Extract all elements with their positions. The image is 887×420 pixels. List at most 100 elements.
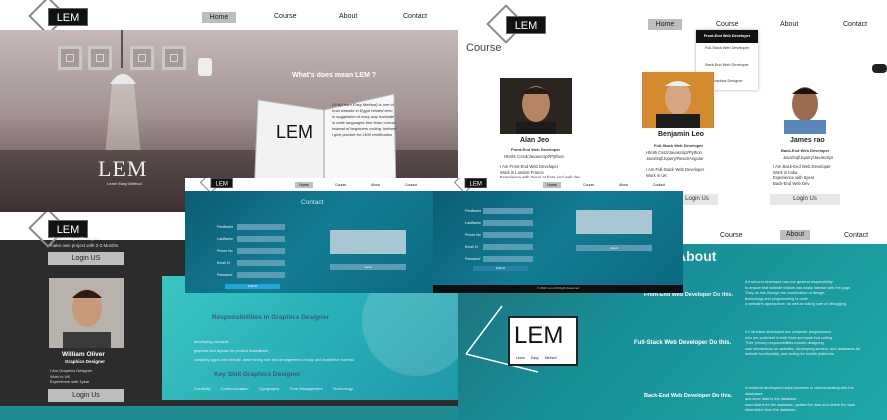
message-textarea[interactable]: [330, 230, 406, 254]
submit-button[interactable]: Submit: [225, 284, 280, 289]
nav-course-link[interactable]: Course: [720, 232, 743, 239]
bio-line: I Am Graphics Designer: [50, 368, 93, 373]
field-label: FirstName: [465, 209, 482, 213]
be-text: A backend developers helps browsers in c…: [745, 386, 855, 414]
responsibilities-panel: Responsibilities in Graphics Designer de…: [162, 266, 458, 400]
logo-text: LEM: [506, 16, 546, 34]
bio-line: Experience with 1year: [50, 379, 90, 384]
nav-course-link[interactable]: Course: [274, 13, 297, 20]
person-name: James rao: [790, 137, 825, 144]
collage: LEM Home Course About Contact LEM Learn …: [0, 0, 887, 420]
nav-about-link[interactable]: About: [339, 13, 357, 20]
submit-button[interactable]: Submit: [473, 266, 528, 271]
do-this: Do this.: [709, 340, 732, 346]
lastname-input[interactable]: [483, 220, 533, 226]
fs-title: Full-Stack Web Developer Do this.: [634, 340, 731, 346]
be-title-text: Back-End Web Developer: [644, 393, 711, 399]
phone-input[interactable]: [237, 248, 285, 254]
field-label: Password: [465, 257, 481, 261]
login-top-button[interactable]: Login US: [48, 252, 124, 265]
login-bottom-button[interactable]: Login Us: [48, 389, 124, 402]
bio-line: I Am Back-End Web Developer: [773, 164, 831, 169]
benjamin-photo: [642, 72, 714, 128]
email-input[interactable]: [237, 260, 285, 266]
fe-text: A front-end developer has one general re…: [745, 280, 851, 308]
scroll-toggle[interactable]: [872, 64, 887, 73]
hero-tagline: Learn Easy Method: [107, 181, 142, 186]
logo[interactable]: LEM: [453, 178, 490, 194]
nav-home-button[interactable]: Home: [295, 182, 313, 188]
footer-text: © 2022 Lem.All Right Reserved: [537, 286, 580, 290]
skill-item: Technology: [332, 386, 353, 391]
nav-contact-link[interactable]: Contact: [843, 21, 867, 28]
logo[interactable]: LEM: [199, 178, 236, 194]
password-input[interactable]: [237, 272, 285, 278]
dropdown-item[interactable]: Full-Stack Web Developer: [696, 46, 758, 50]
field-label: Email Id: [217, 261, 230, 265]
send-button[interactable]: Send: [330, 264, 406, 270]
person-skills: Html5 Css3/Javascript/Python: [504, 154, 565, 159]
person-role: Full-Stack Web Developer: [654, 143, 704, 148]
skill-item: Communication: [220, 386, 249, 391]
about-brand: LEM: [514, 322, 564, 349]
field-label: LastName: [217, 237, 233, 241]
password-input[interactable]: [483, 256, 533, 262]
skill-title: Key Skill Graphics Designer: [214, 371, 301, 378]
firstname-input[interactable]: [237, 224, 285, 230]
person-role: Back-End Web Developer: [781, 148, 830, 153]
wall-frame: [162, 46, 186, 70]
nav-home-button[interactable]: Home: [543, 182, 561, 188]
logo-text: LEM: [464, 178, 487, 188]
dropdown-item[interactable]: Front-End Web Developer: [696, 30, 758, 43]
top-nav: LEM Home Course About Contact: [0, 0, 458, 36]
skill-item: Time Management: [289, 386, 323, 391]
nav-about-button[interactable]: About: [780, 230, 810, 240]
person-bio: I Am Back-End Web Developer Work in Indi…: [773, 164, 831, 186]
dropdown-item[interactable]: Back-End Web Developer: [696, 63, 758, 67]
skill-list: Creativity Communication Typography Time…: [194, 386, 353, 391]
contact-page: LEM Home Course About Contact Contact Fi…: [185, 178, 435, 293]
designer-bio: I Am Graphics Designer Work in UK Experi…: [50, 368, 92, 385]
lastname-input[interactable]: [237, 236, 285, 242]
book-title: LEM: [276, 122, 314, 142]
do-this: Do this.: [712, 393, 733, 399]
book-text: LEM(Learn Easy Method) is one of trust w…: [332, 102, 396, 137]
logo[interactable]: LEM: [486, 4, 552, 44]
designer-name: William Oliver: [62, 351, 105, 358]
contact-body: [433, 191, 683, 285]
person-bio: I Am Full-Stack Web Developer Work in UK: [646, 167, 704, 178]
course-heading: Course: [466, 42, 502, 54]
do-this: Do this.: [712, 292, 734, 298]
message-textarea[interactable]: [576, 210, 652, 234]
nav-course-link[interactable]: Course: [335, 183, 346, 187]
alan-photo: [500, 78, 572, 134]
email-input[interactable]: [483, 244, 533, 250]
nav-about-link[interactable]: About: [371, 183, 380, 187]
login-button[interactable]: Login Us: [770, 194, 840, 205]
nav-contact-link[interactable]: Contact: [653, 183, 665, 187]
resp-list: developing concepts graphics and layouts…: [194, 338, 354, 365]
firstname-input[interactable]: [483, 208, 533, 214]
nav-contact-link[interactable]: Contact: [405, 183, 417, 187]
nav-course-link[interactable]: Course: [716, 21, 739, 28]
field-label: Password: [217, 273, 233, 277]
nav-about-link[interactable]: About: [619, 183, 628, 187]
contact-page: LEM Home Course About Contact FirstName …: [433, 178, 683, 293]
hero-question: What's does mean LEM ?: [292, 72, 377, 79]
skill-item: Typography: [258, 386, 280, 391]
bottom-strip: [0, 406, 458, 420]
nav-contact-link[interactable]: Contact: [403, 13, 427, 20]
logo-text: LEM: [48, 8, 88, 26]
nav-about-link[interactable]: About: [780, 21, 798, 28]
nav-home-button[interactable]: Home: [202, 12, 236, 23]
field-label: FirstName: [217, 225, 234, 229]
logo[interactable]: LEM: [28, 0, 94, 36]
james-photo: [770, 78, 840, 134]
send-button[interactable]: Send: [576, 245, 652, 251]
brand-word: Easy: [530, 356, 539, 360]
nav-contact-link[interactable]: Contact: [844, 232, 868, 239]
nav-course-link[interactable]: Course: [583, 183, 594, 187]
brand-word: Learn: [516, 356, 525, 360]
phone-input[interactable]: [483, 232, 533, 238]
nav-home-button[interactable]: Home: [648, 19, 682, 30]
